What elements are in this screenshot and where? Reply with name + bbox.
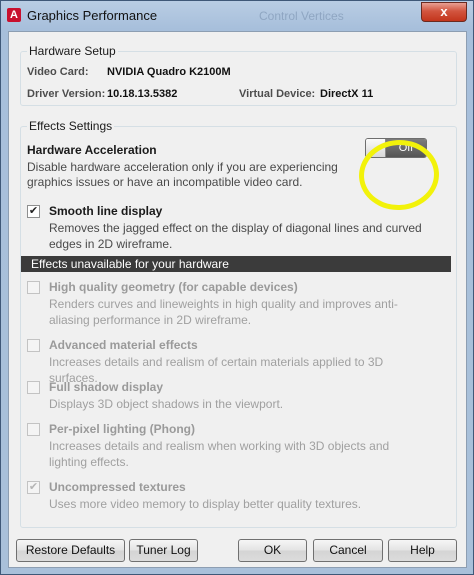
cancel-button[interactable]: Cancel [313,539,383,562]
full-shadow-display-checkbox[interactable] [27,381,40,394]
high-quality-geometry-checkbox[interactable] [27,281,40,294]
autocad-logo-icon: A [7,8,21,22]
driver-version-value: 10.18.13.5382 [107,88,178,100]
hardware-acceleration-description: Disable hardware acceleration only if yo… [27,160,338,189]
uncompressed-textures-description: Uses more video memory to display better… [49,497,362,511]
full-shadow-display-title: Full shadow display [49,380,164,394]
high-quality-geometry-title: High quality geometry (for capable devic… [49,280,298,294]
title-bar[interactable]: A Graphics Performance Control Vertices … [1,1,473,31]
checkmark-icon: ✔ [28,481,39,493]
driver-version-label: Driver Version: [27,88,106,100]
video-card-value: NVIDIA Quadro K2100M [107,66,231,78]
virtual-device-label: Virtual Device: [239,88,316,100]
per-pixel-lighting-title: Per-pixel lighting (Phong) [49,422,195,436]
smooth-line-title[interactable]: Smooth line display [49,204,162,218]
hardware-setup-group: Hardware Setup Video Card: NVIDIA Quadro… [20,44,457,106]
high-quality-geometry-description: Renders curves and lineweights in high q… [49,297,398,327]
close-button[interactable]: x [421,2,467,22]
uncompressed-textures-checkbox[interactable]: ✔ [27,481,40,494]
per-pixel-lighting-description: Increases details and realism when worki… [49,439,390,469]
background-window-title: Control Vertices [259,9,344,23]
effects-settings-legend: Effects Settings [27,119,115,133]
graphics-performance-dialog: A Graphics Performance Control Vertices … [0,0,474,575]
hardware-acceleration-title: Hardware Acceleration [27,143,157,157]
dialog-body: Hardware Setup Video Card: NVIDIA Quadro… [8,31,467,568]
full-shadow-display-description: Displays 3D object shadows in the viewpo… [49,397,284,411]
virtual-device-value: DirectX 11 [320,88,374,100]
per-pixel-lighting-checkbox[interactable] [27,423,40,436]
uncompressed-textures-title: Uncompressed textures [49,480,186,494]
smooth-line-description: Removes the jagged effect on the display… [49,221,422,251]
hardware-setup-legend: Hardware Setup [27,44,118,58]
tuner-log-button[interactable]: Tuner Log [129,539,198,562]
checkmark-icon: ✔ [28,205,39,217]
window-title: Graphics Performance [27,8,158,23]
restore-defaults-button[interactable]: Restore Defaults [16,539,125,562]
help-button[interactable]: Help [388,539,457,562]
smooth-line-checkbox[interactable]: ✔ [27,205,40,218]
unavailable-effects-header: Effects unavailable for your hardware [21,256,451,272]
advanced-material-effects-checkbox[interactable] [27,339,40,352]
video-card-label: Video Card: [27,66,89,78]
advanced-material-effects-title: Advanced material effects [49,338,198,352]
ok-button[interactable]: OK [238,539,307,562]
